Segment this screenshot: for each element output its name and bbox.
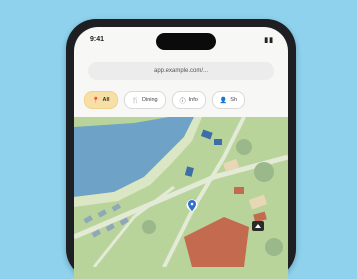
battery-icon: ▮▮: [264, 37, 274, 44]
pin-icon: 📍: [92, 97, 100, 104]
address-bar[interactable]: app.example.com/...: [88, 62, 274, 80]
chip-label: All: [102, 97, 110, 103]
map-canvas: [74, 117, 288, 267]
phone-screen: 9:41 ▮▮ app.example.com/... 📍 All 🍴 Dini…: [74, 27, 288, 279]
chip-label: Dining: [142, 97, 158, 103]
chip-label: Sh: [230, 97, 238, 103]
chip-label: Info: [188, 97, 198, 103]
filter-chip-all[interactable]: 📍 All: [84, 91, 118, 109]
info-icon: ⓘ: [179, 98, 186, 105]
person-icon: 👤: [219, 97, 228, 104]
url-text: app.example.com/...: [153, 68, 209, 74]
filter-chip-info[interactable]: ⓘ Info: [171, 91, 206, 109]
dynamic-island: [156, 33, 216, 50]
phone-frame: 9:41 ▮▮ app.example.com/... 📍 All 🍴 Dini…: [66, 19, 296, 279]
fork-knife-icon: 🍴: [131, 97, 139, 104]
filter-chip-dining[interactable]: 🍴 Dining: [123, 91, 166, 109]
filter-chips: 📍 All 🍴 Dining ⓘ Info 👤 Sh: [84, 91, 288, 109]
map-view[interactable]: [74, 117, 288, 279]
map-poi-icon[interactable]: [252, 221, 264, 231]
status-time: 9:41: [90, 36, 105, 43]
filter-chip-more[interactable]: 👤 Sh: [211, 91, 246, 109]
